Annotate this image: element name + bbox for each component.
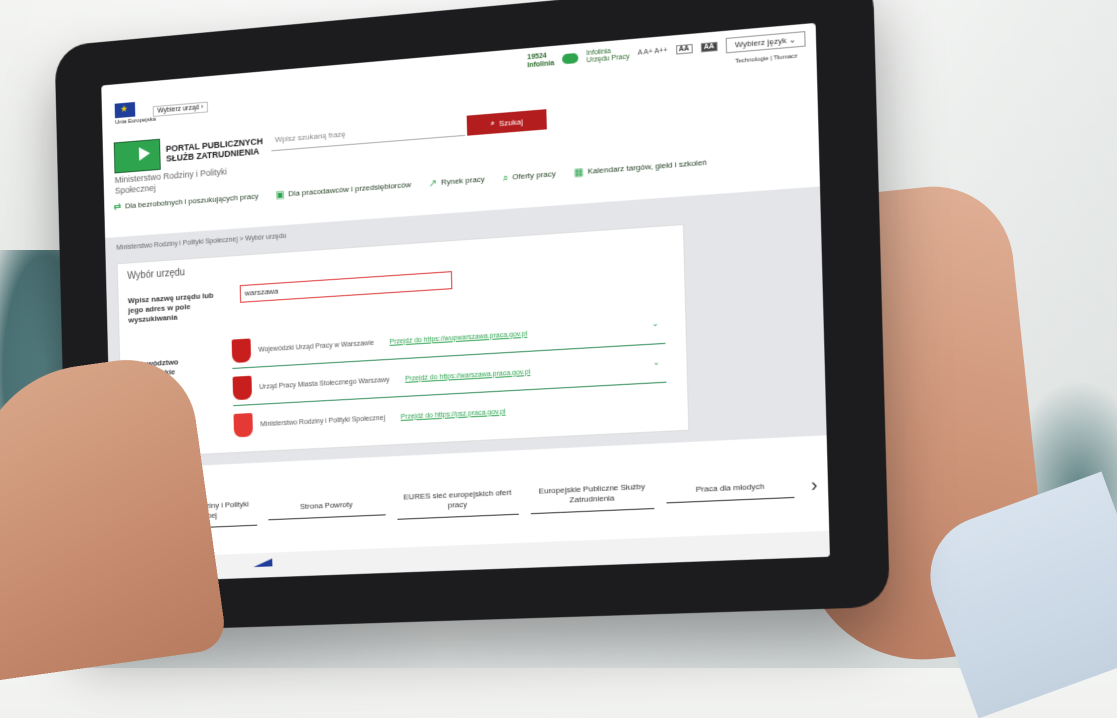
chart-icon: ↗ xyxy=(428,178,438,190)
warsaw-crest-icon xyxy=(232,375,253,401)
panel-title: Wybór urzędu xyxy=(127,267,186,282)
poland-eagle-icon xyxy=(233,412,253,438)
font-size-controls[interactable]: A A+ A++ xyxy=(638,47,668,57)
nav-labour-market[interactable]: ↗ Rynek pracy xyxy=(429,174,485,189)
logo-arrow-icon xyxy=(113,138,161,174)
office-selection-panel: Wybór urzędu Wpisz nazwę urzędu lub jego… xyxy=(116,223,690,459)
chevron-down-icon: ⌄ xyxy=(788,34,797,45)
nav-employers[interactable]: ▣ Dla pracodawców i przedsiębiorców xyxy=(275,180,411,201)
search-office-label: Wpisz nazwę urzędu lub jego adres w pole… xyxy=(127,290,214,325)
tablet-screen: 19524 Infolinia Infolinia Urzędu Pracy A A… xyxy=(101,22,830,583)
search-button[interactable]: ⌕ Szukaj xyxy=(466,109,547,136)
nav-job-offers[interactable]: ⌕ Oferty pracy xyxy=(503,169,556,184)
eu-logo: Unia Europejska xyxy=(114,100,156,126)
mazovia-crest-icon xyxy=(231,338,252,364)
utility-bar: 19524 Infolinia Infolinia Urzędu Pracy A A… xyxy=(527,30,806,70)
eu-flag-icon xyxy=(114,101,136,119)
briefcase-icon: ▣ xyxy=(275,189,285,202)
carousel-item[interactable]: Strona Powroty xyxy=(267,491,386,520)
hotline-label: Infolinia Urzędu Pracy xyxy=(586,47,630,65)
office-link[interactable]: Przejdź do https://psz.praca.gov.pl xyxy=(401,408,506,420)
calendar-icon: ▦ xyxy=(573,167,584,179)
contrast-normal-button[interactable]: AA xyxy=(675,43,693,55)
chevron-right-icon[interactable]: › xyxy=(800,473,828,496)
phone-toggle-icon[interactable] xyxy=(562,52,579,65)
office-search-input[interactable]: warszawa xyxy=(239,271,453,303)
utility-links[interactable]: Technologie | Tłumacz xyxy=(735,53,797,64)
carousel-item[interactable]: Europejskie Publiczne Służby Zatrudnieni… xyxy=(529,474,655,514)
search-icon: ⌕ xyxy=(490,118,495,128)
chevron-down-icon[interactable]: ⌄ xyxy=(653,358,660,368)
carousel-item[interactable]: Praca dla młodych xyxy=(666,473,795,503)
choose-office-button[interactable]: Wybierz urząd › xyxy=(152,101,208,117)
chevron-down-icon[interactable]: ⌄ xyxy=(652,319,659,329)
nav-calendar[interactable]: ▦ Kalendarz targów, giełd i szkoleń xyxy=(574,158,707,179)
office-link[interactable]: Przejdź do https://wupwarszawa.praca.gov… xyxy=(389,330,527,345)
hotline-number[interactable]: 19524 Infolinia xyxy=(527,52,554,70)
office-link[interactable]: Przejdź do https://warszawa.praca.gov.pl xyxy=(405,368,530,382)
carousel-item[interactable]: EURES sieć europejskich ofert pracy xyxy=(396,480,519,520)
logo-text: PORTAL PUBLICZNYCH SŁUŻB ZATRUDNIENIA xyxy=(165,136,263,164)
language-select[interactable]: Wybierz język ⌄ xyxy=(725,30,806,53)
signpost-icon: ⇄ xyxy=(113,201,122,214)
contrast-high-button[interactable]: AA xyxy=(700,41,718,52)
search-input[interactable]: Wpisz szukaną frazę xyxy=(270,117,466,152)
eu-label: Unia Europejska xyxy=(115,116,156,126)
search-icon: ⌕ xyxy=(502,172,509,185)
